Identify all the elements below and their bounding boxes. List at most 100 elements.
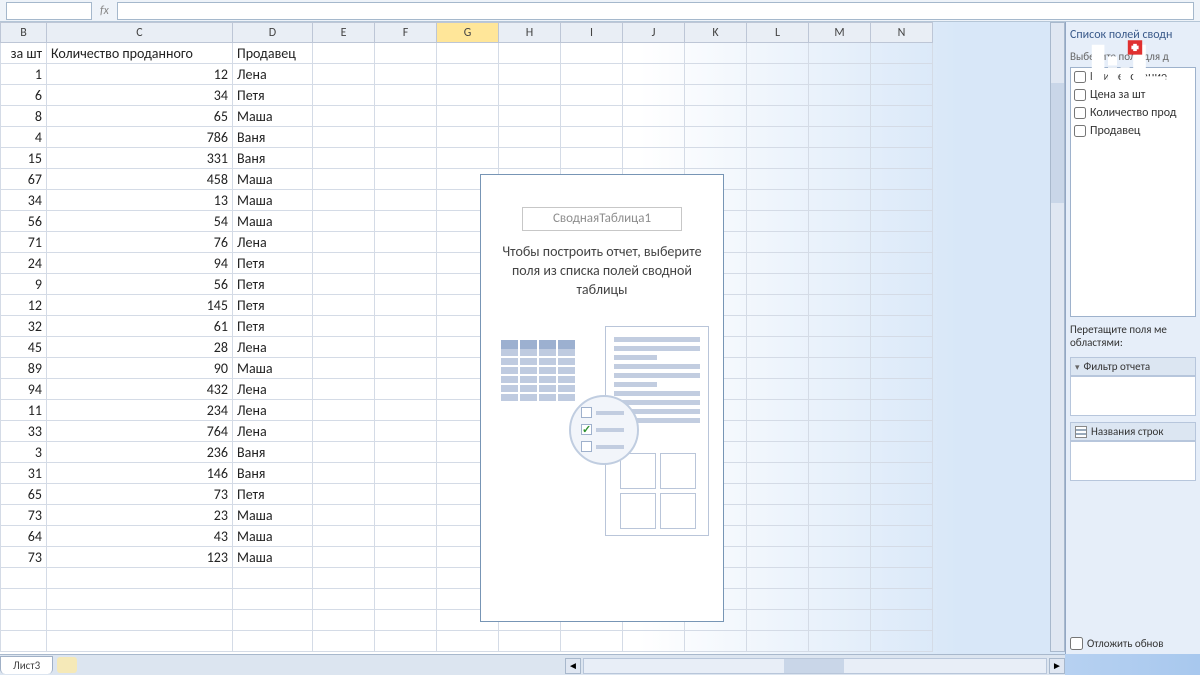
cell[interactable]: 61 xyxy=(47,316,233,337)
cell[interactable] xyxy=(871,127,933,148)
scroll-right-icon[interactable]: ► xyxy=(1049,658,1065,674)
column-header[interactable]: I xyxy=(561,23,623,43)
cell[interactable] xyxy=(499,64,561,85)
cell[interactable] xyxy=(313,232,375,253)
cell[interactable] xyxy=(313,253,375,274)
cell[interactable] xyxy=(747,589,809,610)
cell[interactable] xyxy=(313,295,375,316)
header-cell[interactable] xyxy=(685,43,747,64)
cell[interactable]: Лена xyxy=(233,379,313,400)
cell[interactable] xyxy=(809,127,871,148)
cell[interactable] xyxy=(313,127,375,148)
cell[interactable] xyxy=(233,568,313,589)
cell[interactable] xyxy=(871,589,933,610)
header-cell[interactable]: за шт xyxy=(1,43,47,64)
cell[interactable] xyxy=(871,421,933,442)
cell[interactable] xyxy=(871,484,933,505)
cell[interactable]: 12 xyxy=(1,295,47,316)
cell[interactable] xyxy=(499,85,561,106)
cell[interactable] xyxy=(871,232,933,253)
cell[interactable]: Лена xyxy=(233,232,313,253)
cell[interactable] xyxy=(375,547,437,568)
cell[interactable]: 28 xyxy=(47,337,233,358)
cell[interactable]: 9 xyxy=(1,274,47,295)
cell[interactable]: 34 xyxy=(1,190,47,211)
cell[interactable] xyxy=(375,106,437,127)
cell[interactable]: 73 xyxy=(1,505,47,526)
cell[interactable] xyxy=(871,379,933,400)
cell[interactable] xyxy=(313,85,375,106)
cell[interactable]: 94 xyxy=(47,253,233,274)
cell[interactable] xyxy=(809,169,871,190)
cell[interactable]: Маша xyxy=(233,190,313,211)
cell[interactable] xyxy=(871,64,933,85)
cell[interactable] xyxy=(809,526,871,547)
cells-table[interactable]: BCDEFGHIJKLMNза штКоличество проданногоП… xyxy=(0,22,933,652)
cell[interactable]: Петя xyxy=(233,295,313,316)
cell[interactable]: 56 xyxy=(1,211,47,232)
cell[interactable] xyxy=(809,421,871,442)
header-cell[interactable] xyxy=(747,43,809,64)
cell[interactable] xyxy=(47,631,233,652)
column-header[interactable]: F xyxy=(375,23,437,43)
cell[interactable] xyxy=(809,106,871,127)
cell[interactable]: 123 xyxy=(47,547,233,568)
field-checkbox[interactable] xyxy=(1074,89,1086,101)
cell[interactable] xyxy=(747,274,809,295)
cell[interactable] xyxy=(747,421,809,442)
cell[interactable]: 145 xyxy=(47,295,233,316)
cell[interactable] xyxy=(375,64,437,85)
cell[interactable]: 76 xyxy=(47,232,233,253)
cell[interactable]: 24 xyxy=(1,253,47,274)
cell[interactable]: 432 xyxy=(47,379,233,400)
cell[interactable] xyxy=(871,610,933,631)
vertical-scrollbar[interactable] xyxy=(1050,22,1065,652)
cell[interactable] xyxy=(313,316,375,337)
worksheet-grid[interactable]: BCDEFGHIJKLMNза штКоличество проданногоП… xyxy=(0,22,1065,654)
header-cell[interactable] xyxy=(809,43,871,64)
column-header[interactable]: N xyxy=(871,23,933,43)
cell[interactable] xyxy=(375,337,437,358)
cell[interactable] xyxy=(871,526,933,547)
cell[interactable]: 236 xyxy=(47,442,233,463)
cell[interactable] xyxy=(313,631,375,652)
area-rows-dropzone[interactable] xyxy=(1070,441,1196,481)
cell[interactable] xyxy=(1,631,47,652)
cell[interactable] xyxy=(685,106,747,127)
cell[interactable] xyxy=(871,547,933,568)
cell[interactable]: Лена xyxy=(233,421,313,442)
cell[interactable]: Маша xyxy=(233,358,313,379)
cell[interactable]: 331 xyxy=(47,148,233,169)
cell[interactable] xyxy=(437,127,499,148)
cell[interactable] xyxy=(871,211,933,232)
cell[interactable] xyxy=(871,442,933,463)
cell[interactable] xyxy=(809,442,871,463)
cell[interactable] xyxy=(685,64,747,85)
cell[interactable] xyxy=(313,337,375,358)
cell[interactable] xyxy=(375,463,437,484)
cell[interactable] xyxy=(437,64,499,85)
cell[interactable] xyxy=(809,379,871,400)
cell[interactable]: 65 xyxy=(47,106,233,127)
fx-label[interactable]: fx xyxy=(100,4,109,18)
cell[interactable] xyxy=(623,64,685,85)
header-cell[interactable]: Продавец xyxy=(233,43,313,64)
cell[interactable] xyxy=(809,568,871,589)
cell[interactable]: 67 xyxy=(1,169,47,190)
cell[interactable]: Лена xyxy=(233,64,313,85)
header-cell[interactable] xyxy=(623,43,685,64)
cell[interactable] xyxy=(375,316,437,337)
cell[interactable] xyxy=(871,148,933,169)
cell[interactable] xyxy=(375,127,437,148)
cell[interactable] xyxy=(809,547,871,568)
cell[interactable] xyxy=(809,316,871,337)
pivot-placeholder[interactable]: СводнаяТаблица1 Чтобы построить отчет, в… xyxy=(480,174,724,622)
cell[interactable] xyxy=(47,589,233,610)
cell[interactable] xyxy=(561,106,623,127)
header-cell[interactable]: Количество проданного xyxy=(47,43,233,64)
cell[interactable] xyxy=(233,610,313,631)
field-list[interactable]: НаименованиеЦена за штКоличество продПро… xyxy=(1070,67,1196,317)
cell[interactable] xyxy=(871,337,933,358)
cell[interactable] xyxy=(561,64,623,85)
cell[interactable] xyxy=(561,148,623,169)
